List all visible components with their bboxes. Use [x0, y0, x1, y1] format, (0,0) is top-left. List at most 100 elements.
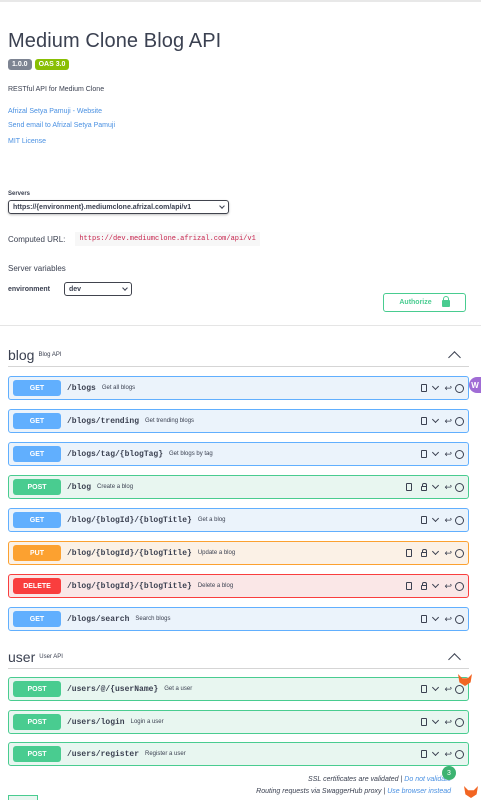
chevron-down-icon[interactable]	[432, 580, 440, 589]
server-select[interactable]: https://{environment}.mediumclone.afriza…	[8, 200, 229, 214]
computed-url-label: Computed URL:	[8, 234, 66, 244]
return-arrow-icon[interactable]: ↩	[444, 515, 452, 525]
operation-row[interactable]: GET /blogs/tag/{blogTag} Get blogs by ta…	[8, 442, 469, 466]
chevron-down-icon[interactable]	[432, 382, 440, 391]
license-link[interactable]: MIT License	[8, 138, 473, 145]
w-widget-icon[interactable]: W	[469, 377, 481, 393]
method-badge: POST	[13, 681, 61, 697]
chevron-down-icon[interactable]	[432, 481, 440, 490]
copy-link-icon[interactable]	[455, 749, 464, 759]
partial-operation-row[interactable]	[8, 795, 38, 800]
copy-link-icon[interactable]	[455, 383, 464, 393]
chevron-up-icon[interactable]	[448, 653, 461, 666]
return-arrow-icon[interactable]: ↩	[444, 684, 452, 694]
return-arrow-icon[interactable]: ↩	[444, 449, 452, 459]
copy-link-icon[interactable]	[455, 548, 464, 558]
return-arrow-icon[interactable]: ↩	[444, 482, 452, 492]
clipboard-icon[interactable]	[421, 384, 428, 392]
operation-row[interactable]: PUT /blog/{blogId}/{blogTitle} Update a …	[8, 541, 469, 565]
tag-section-blog[interactable]: blog Blog API	[8, 343, 469, 367]
chevron-down-icon[interactable]	[432, 716, 440, 725]
operation-icons: ↩	[421, 415, 464, 426]
operation-path: /users/register	[67, 749, 140, 759]
operation-icons: ↩	[421, 448, 464, 459]
operation-icons: ↩	[421, 748, 464, 759]
lock-icon[interactable]	[421, 582, 428, 590]
chevron-up-icon[interactable]	[448, 351, 461, 364]
return-arrow-icon[interactable]: ↩	[444, 581, 452, 591]
copy-link-icon[interactable]	[455, 717, 464, 727]
operation-summary: Get a blog	[197, 517, 226, 523]
copy-link-icon[interactable]	[455, 614, 464, 624]
return-arrow-icon[interactable]: ↩	[444, 416, 452, 426]
tag-name: blog	[8, 346, 35, 363]
fox-icon[interactable]	[464, 786, 478, 798]
clipboard-icon[interactable]	[421, 615, 428, 623]
operation-row[interactable]: POST /users/@/{userName} Get a user ↩	[8, 677, 469, 701]
chevron-down-icon[interactable]	[432, 613, 440, 622]
operation-row[interactable]: POST /users/login Login a user ↩	[8, 710, 469, 734]
clipboard-icon[interactable]	[421, 718, 428, 726]
clipboard-icon[interactable]	[421, 750, 428, 758]
lock-icon[interactable]	[421, 483, 428, 491]
website-link[interactable]: Afrizal Setya Pamuji - Website	[8, 108, 473, 115]
chevron-down-icon[interactable]	[432, 514, 440, 523]
operation-row[interactable]: GET /blogs Get all blogs ↩	[8, 376, 469, 400]
operation-path: /blogs/trending	[67, 416, 140, 426]
operation-path: /blog/{blogId}/{blogTitle}	[67, 548, 192, 558]
clipboard-icon[interactable]	[421, 516, 428, 524]
api-title: Medium Clone Blog API	[8, 30, 222, 52]
method-badge: POST	[13, 479, 61, 495]
operation-path: /blog	[67, 482, 92, 492]
operation-row[interactable]: POST /users/register Register a user ↩	[8, 742, 469, 766]
clipboard-icon[interactable]	[406, 582, 413, 590]
environment-select[interactable]: dev	[64, 282, 132, 296]
operation-path: /blogs	[67, 383, 96, 393]
version-badge: 1.0.0	[8, 59, 32, 70]
tag-header-blog[interactable]: blog Blog API	[8, 343, 469, 367]
proxy-notice: Routing requests via SwaggerHub proxy | …	[256, 788, 451, 795]
return-arrow-icon[interactable]: ↩	[444, 717, 452, 727]
return-arrow-icon[interactable]: ↩	[444, 383, 452, 393]
notification-badge[interactable]: 3	[442, 766, 456, 780]
chevron-down-icon[interactable]	[432, 683, 440, 692]
lock-icon[interactable]	[421, 549, 428, 557]
copy-link-icon[interactable]	[455, 416, 464, 426]
operation-row[interactable]: GET /blogs/trending Get trending blogs ↩	[8, 409, 469, 433]
operation-summary: Register a user	[145, 751, 186, 757]
copy-link-icon[interactable]	[455, 581, 464, 591]
operation-path: /blog/{blogId}/{blogTitle}	[67, 581, 192, 591]
return-arrow-icon[interactable]: ↩	[444, 614, 452, 624]
tag-header-user[interactable]: user User API	[8, 645, 469, 669]
chevron-down-icon	[219, 203, 225, 209]
clipboard-icon[interactable]	[421, 417, 428, 425]
operation-row[interactable]: GET /blog/{blogId}/{blogTitle} Get a blo…	[8, 508, 469, 532]
use-browser-link[interactable]: Use browser instead	[387, 788, 451, 795]
operation-row[interactable]: GET /blogs/search Search blogs ↩	[8, 607, 469, 631]
authorize-button[interactable]: Authorize	[383, 293, 466, 312]
tag-section-user[interactable]: user User API	[8, 645, 469, 669]
operation-icons: ↩	[421, 683, 464, 694]
chevron-down-icon[interactable]	[432, 547, 440, 556]
clipboard-icon[interactable]	[406, 549, 413, 557]
operation-row[interactable]: POST /blog Create a blog ↩	[8, 475, 469, 499]
operation-row[interactable]: DELETE /blog/{blogId}/{blogTitle} Delete…	[8, 574, 469, 598]
chevron-down-icon[interactable]	[432, 415, 440, 424]
return-arrow-icon[interactable]: ↩	[444, 749, 452, 759]
clipboard-icon[interactable]	[406, 483, 413, 491]
copy-link-icon[interactable]	[455, 684, 464, 694]
chevron-down-icon[interactable]	[432, 448, 440, 457]
clipboard-icon[interactable]	[421, 685, 428, 693]
copy-link-icon[interactable]	[455, 482, 464, 492]
authorize-label: Authorize	[399, 299, 432, 306]
operation-summary: Get blogs by tag	[169, 451, 213, 457]
server-variables-label: Server variables	[8, 264, 66, 273]
operation-icons: ↩	[421, 514, 464, 525]
chevron-down-icon[interactable]	[432, 748, 440, 757]
copy-link-icon[interactable]	[455, 449, 464, 459]
clipboard-icon[interactable]	[421, 450, 428, 458]
email-link[interactable]: Send email to Afrizal Setya Pamuji	[8, 122, 473, 129]
return-arrow-icon[interactable]: ↩	[444, 548, 452, 558]
operation-path: /blogs/search	[67, 614, 130, 624]
copy-link-icon[interactable]	[455, 515, 464, 525]
